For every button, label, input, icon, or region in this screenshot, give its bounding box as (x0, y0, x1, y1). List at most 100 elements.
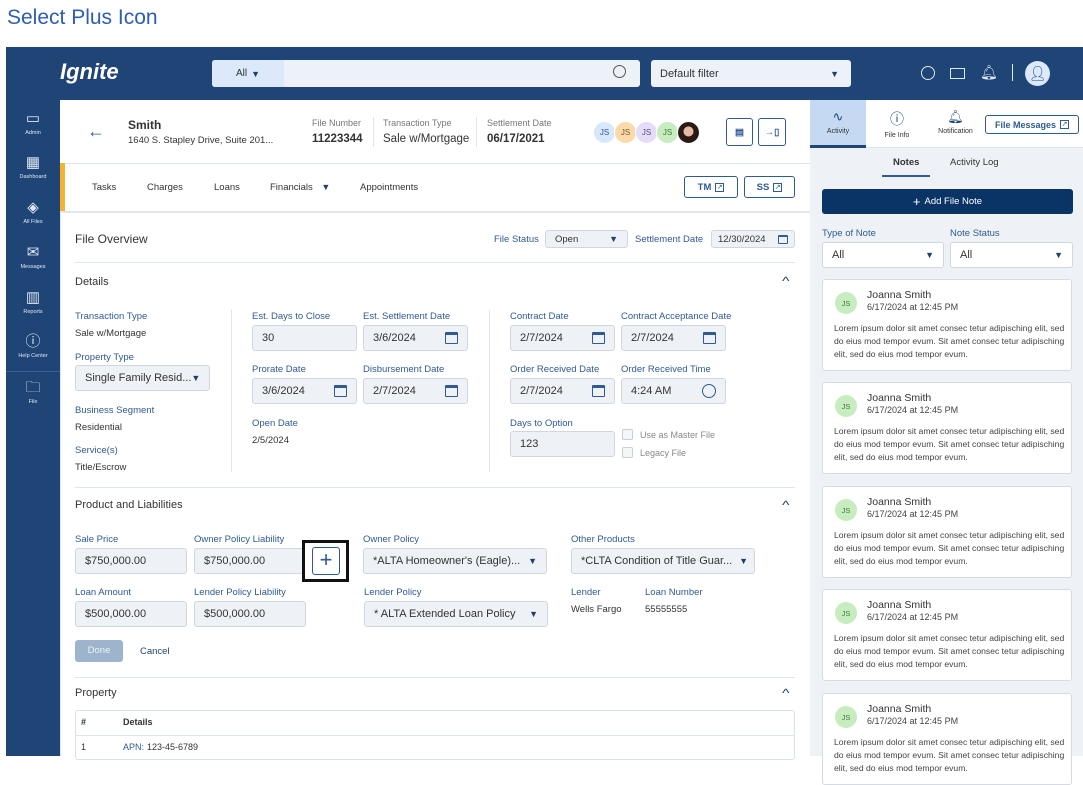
note-date: 6/17/2024 at 12:45 PM (867, 716, 959, 726)
filter-select[interactable]: Default filter ▼ (651, 60, 851, 87)
order-time-field[interactable]: 4:24 AM (621, 378, 726, 404)
tab-appointments[interactable]: Appointments (360, 182, 418, 193)
note-card[interactable]: JS Joanna Smith 6/17/2024 at 12:45 PM Lorem… (822, 589, 1072, 681)
disbursement-value: 2/7/2024 (373, 385, 416, 397)
table-row[interactable]: 1 APN: 123-45-6789 (81, 742, 781, 752)
tab-charges[interactable]: Charges (147, 182, 183, 193)
history-icon[interactable] (921, 66, 935, 80)
tab-loans[interactable]: Loans (214, 182, 240, 193)
note-card[interactable]: JS Joanna Smith 6/17/2024 at 12:45 PM Lorem… (822, 486, 1072, 578)
chevron-down-icon: ▼ (528, 556, 537, 566)
tab-tasks[interactable]: Tasks (92, 182, 116, 193)
property-type-select[interactable]: Single Family Resid... ▼ (75, 365, 210, 391)
file-info-button[interactable]: ▤ (726, 118, 753, 146)
prorate-field[interactable]: 3/6/2024 (252, 378, 357, 404)
note-card[interactable]: JS Joanna Smith 6/17/2024 at 12:45 PM Lorem… (822, 382, 1072, 474)
note-card[interactable]: JS Joanna Smith 6/17/2024 at 12:45 PM Lorem… (822, 693, 1072, 785)
clock-icon[interactable] (702, 384, 716, 398)
subtab-activity-log[interactable]: Activity Log (950, 157, 999, 168)
bell-icon[interactable]: 🔔︎ (980, 64, 998, 81)
laptop-icon: ▭ (25, 110, 41, 127)
calendar-icon[interactable] (445, 332, 458, 344)
sidebar-item-dashboard[interactable]: ▦ Dashboard (6, 155, 60, 181)
chevron-up-icon[interactable]: ^ (782, 498, 789, 512)
calendar-icon[interactable] (592, 385, 605, 397)
add-file-note-button[interactable]: + Add File Note (822, 189, 1073, 214)
done-button[interactable]: Done (75, 640, 123, 662)
contract-date-field[interactable]: 2/7/2024 (510, 325, 615, 351)
back-arrow-icon[interactable]: ← (87, 121, 105, 142)
sidebar-item-admin[interactable]: ▭ Admin (6, 110, 60, 137)
sidebar-item-all-files[interactable]: ◈ All Files (6, 200, 60, 226)
ss-button[interactable]: SS ↗ (744, 176, 795, 198)
owner-policy-select[interactable]: *ALTA Homeowner's (Eagle)... ▼ (363, 548, 547, 574)
cancel-button[interactable]: Cancel (140, 646, 170, 657)
button-label: SS (756, 181, 770, 193)
master-file-checkbox[interactable] (622, 429, 633, 440)
avatar[interactable]: JS (593, 121, 616, 144)
search-input[interactable] (286, 61, 606, 86)
row-key: APN: (123, 742, 145, 752)
tm-button[interactable]: TM ↗ (684, 176, 738, 198)
tab-notification[interactable]: 🔔︎ Notification (928, 100, 983, 135)
lender-policy-select[interactable]: * ALTA Extended Loan Policy ▼ (364, 601, 548, 627)
settlement-date-field[interactable]: 12/30/2024 (711, 230, 795, 248)
type-of-note-select[interactable]: All ▼ (822, 242, 944, 268)
avatar[interactable]: JS (656, 121, 679, 144)
est-settlement-field[interactable]: 3/6/2024 (363, 325, 468, 351)
avatar[interactable]: JS (614, 121, 637, 144)
user-avatar-icon[interactable]: 👤︎ (1025, 61, 1050, 86)
chevron-up-icon[interactable]: ^ (782, 686, 789, 700)
tab-activity[interactable]: ∿ Activity (810, 100, 866, 148)
order-time-value: 4:24 AM (631, 385, 672, 397)
order-time-label: Order Received Time (621, 364, 711, 375)
chevron-up-icon[interactable]: ^ (782, 274, 789, 288)
order-date-field[interactable]: 2/7/2024 (510, 378, 615, 404)
type-of-note-label: Type of Note (822, 228, 876, 239)
chevron-down-icon: ▼ (251, 68, 261, 79)
expand-panel-button[interactable]: →▯ (758, 118, 786, 146)
calendar-icon[interactable] (592, 332, 605, 344)
avatar[interactable]: JS (635, 121, 658, 144)
external-link-icon: ↗ (773, 182, 783, 192)
add-plus-button[interactable]: + (312, 547, 340, 575)
lender-liability-field[interactable]: $500,000.00 (194, 601, 306, 627)
calendar-icon[interactable] (703, 332, 716, 344)
business-segment-label: Business Segment (75, 405, 155, 416)
sidebar-item-messages[interactable]: ✉︎ Messages (6, 245, 60, 271)
order-date-value: 2/7/2024 (520, 385, 563, 397)
mail-icon[interactable] (950, 68, 965, 79)
tab-file-info[interactable]: ⓘ File Info (872, 100, 922, 139)
calendar-icon[interactable] (445, 385, 458, 397)
plus-icon: + (319, 547, 333, 572)
button-label: TM (697, 181, 712, 193)
search-icon[interactable] (613, 65, 626, 78)
disbursement-field[interactable]: 2/7/2024 (363, 378, 468, 404)
sale-price-field[interactable]: $750,000.00 (75, 548, 187, 574)
note-date: 6/17/2024 at 12:45 PM (867, 302, 959, 312)
file-status-select[interactable]: Open ▼ (545, 230, 628, 248)
note-card[interactable]: JS Joanna Smith 6/17/2024 at 12:45 PM Lorem… (822, 279, 1072, 371)
subtab-notes[interactable]: Notes (893, 157, 919, 168)
tab-accent-bar (60, 163, 65, 211)
property-title: Property (75, 687, 117, 699)
days-option-field[interactable]: 123 (510, 431, 615, 457)
legacy-file-checkbox[interactable] (622, 447, 633, 458)
note-status-select[interactable]: All ▼ (950, 242, 1073, 268)
avatar-photo[interactable] (677, 121, 700, 144)
sidebar-item-reports[interactable]: ▥ Reports (6, 290, 60, 316)
logo: Ignite (60, 59, 119, 84)
sidebar-item-file[interactable]: 🗀︎ File (6, 380, 60, 406)
est-days-field[interactable]: 30 (252, 325, 357, 351)
legacy-file-label: Legacy File (640, 448, 687, 458)
file-messages-button[interactable]: File Messages ↗ (985, 115, 1079, 134)
other-products-select[interactable]: *CLTA Condition of Title Guar... ▼ (571, 548, 755, 574)
sidebar-item-help-center[interactable]: ⓘ Help Center (6, 334, 60, 360)
tab-financials[interactable]: Financials ▼ (270, 182, 330, 193)
contract-acceptance-field[interactable]: 2/7/2024 (621, 325, 726, 351)
loan-amount-field[interactable]: $500,000.00 (75, 601, 187, 627)
calendar-icon[interactable] (334, 385, 347, 397)
est-days-value: 30 (262, 332, 275, 344)
search-scope-select[interactable]: All ▼ (212, 60, 284, 87)
owner-liability-field[interactable]: $750,000.00 (194, 548, 305, 574)
